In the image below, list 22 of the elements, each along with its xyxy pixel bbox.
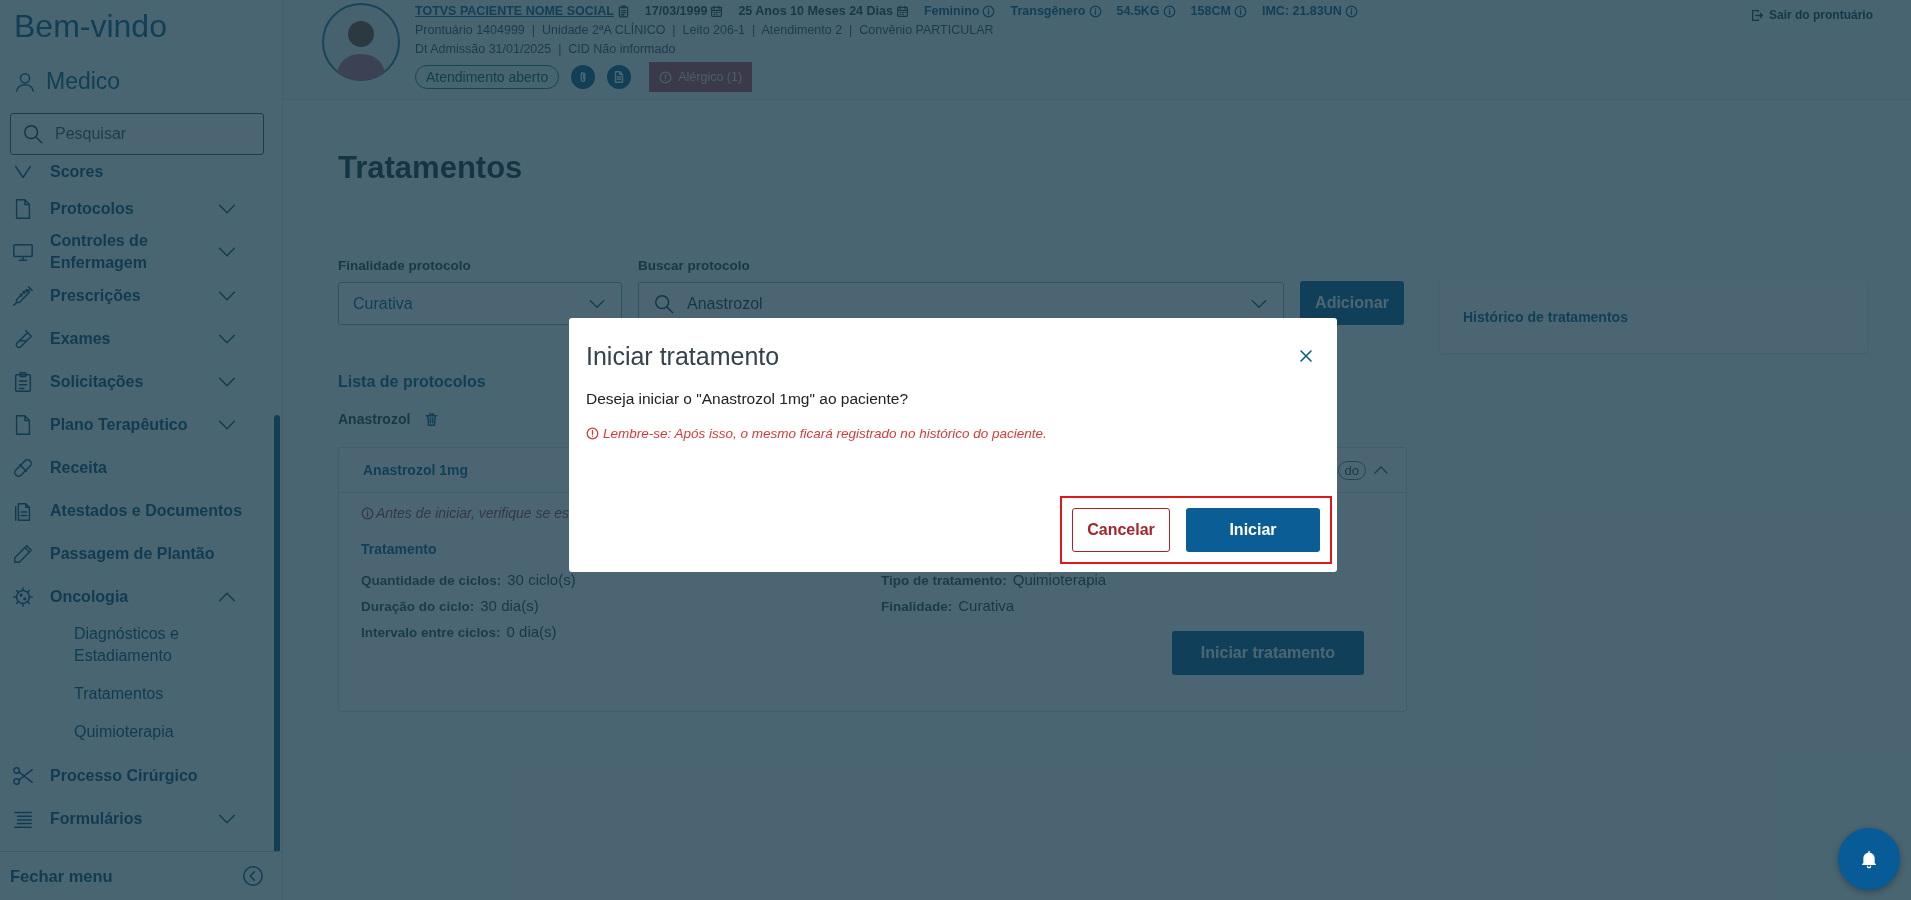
close-menu-link[interactable]: Fechar menu [10,866,113,886]
close-icon [1298,348,1314,364]
bell-icon [1859,849,1879,869]
section-heading: Tratamento [361,541,437,557]
cancel-button[interactable]: Cancelar [1072,508,1170,552]
modal-question: Deseja iniciar o "Anastrozol 1mg" ao paciente? [586,390,910,408]
alert-icon [586,427,599,440]
patient-name-link[interactable]: TOTVS PACIENTE NOME SOCIAL [415,4,614,18]
warning-text: Lembre-se: Após isso, o mesmo ficará registrado no histórico do paciente. [603,426,1047,441]
modal-title: Iniciar tratamento [586,341,780,371]
confirm-button[interactable]: Iniciar [1186,508,1320,552]
history-title: Histórico de tratamentos [1463,308,1628,325]
patient-fact: 54.5KG [1116,4,1160,18]
patient-fact: Transgênero [1010,4,1086,18]
patient-fact: 158CM [1190,4,1231,18]
protocol-name: Anastrozol 1mg [363,462,468,478]
user-name: Medico [46,68,121,95]
patient-fact: Feminino [923,4,980,18]
welcome-title: Bem-vindo [13,7,168,46]
patient-fact: IMC: 21.83UN [1261,4,1342,18]
section-title: Lista de protocolos [338,373,487,391]
close-button[interactable] [1298,348,1314,364]
